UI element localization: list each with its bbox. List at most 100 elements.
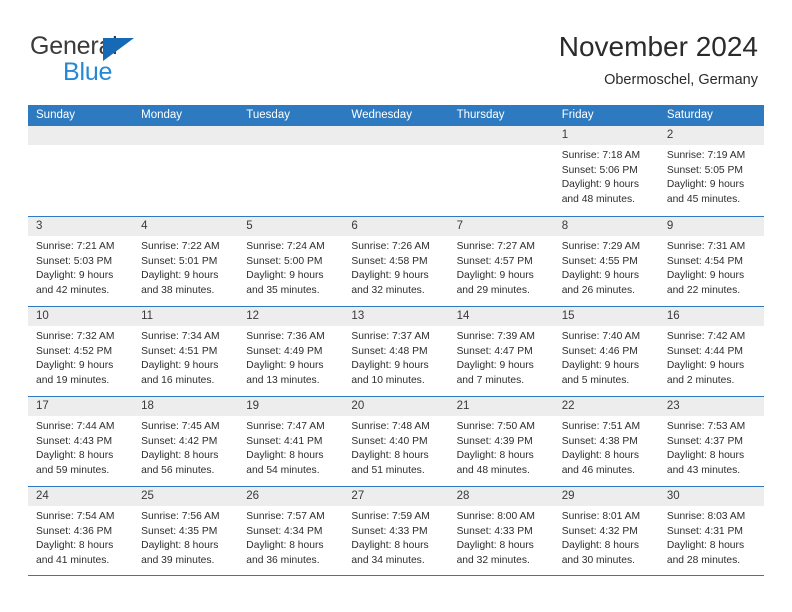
day-cell[interactable]: 14 Sunrise: 7:39 AM Sunset: 4:47 PM Dayligh… <box>448 307 554 396</box>
day-detail-line: Sunrise: 7:24 AM <box>246 241 325 252</box>
day-detail-line: and 35 minutes. <box>246 284 320 296</box>
day-number <box>133 126 239 145</box>
day-detail-line: and 39 minutes. <box>141 554 215 566</box>
day-cell[interactable]: 18 Sunrise: 7:45 AM Sunset: 4:42 PM Dayligh… <box>133 397 239 486</box>
day-cell[interactable]: 12 Sunrise: 7:36 AM Sunset: 4:49 PM Dayligh… <box>238 307 344 396</box>
calendar-grid: Sunday Monday Tuesday Wednesday Thursday Frid… <box>28 105 764 576</box>
day-cell[interactable]: 1 Sunrise: 7:18 AM Sunset: 5:06 PM Daylight… <box>553 126 659 216</box>
calendar-week-row: 17 Sunrise: 7:44 AM Sunset: 4:43 PM Dayligh… <box>28 396 764 486</box>
day-details: Sunrise: 7:56 AM Sunset: 4:35 PM Daylight:… <box>133 506 238 568</box>
day-cell[interactable]: 20 Sunrise: 7:48 AM Sunset: 4:40 PM Dayligh… <box>343 397 449 486</box>
day-details: Sunrise: 7:44 AM Sunset: 4:43 PM Daylight:… <box>28 416 133 478</box>
day-detail-line: Daylight: 8 hours <box>36 450 114 462</box>
day-number: 5 <box>238 217 344 236</box>
day-detail-line: and 10 minutes. <box>351 374 425 386</box>
day-detail-line: Sunrise: 7:44 AM <box>36 421 115 432</box>
day-number: 9 <box>658 217 764 236</box>
day-cell[interactable]: 23 Sunrise: 7:53 AM Sunset: 4:37 PM Dayligh… <box>658 397 764 486</box>
day-details: Sunrise: 7:21 AM Sunset: 5:03 PM Daylight:… <box>28 236 133 298</box>
day-cell[interactable]: 2 Sunrise: 7:19 AM Sunset: 5:05 PM Daylight… <box>658 126 764 216</box>
day-details: Sunrise: 7:48 AM Sunset: 4:40 PM Daylight:… <box>343 416 448 478</box>
day-cell[interactable]: 4 Sunrise: 7:22 AM Sunset: 5:01 PM Daylight… <box>133 217 239 306</box>
day-cell[interactable]: 5 Sunrise: 7:24 AM Sunset: 5:00 PM Daylight… <box>238 217 344 306</box>
day-details: Sunrise: 7:51 AM Sunset: 4:38 PM Daylight:… <box>554 416 659 478</box>
day-number <box>28 126 134 145</box>
day-detail-line: Sunset: 5:00 PM <box>246 255 323 267</box>
day-detail-line: Sunset: 4:54 PM <box>666 255 743 267</box>
day-cell[interactable]: 27 Sunrise: 7:59 AM Sunset: 4:33 PM Dayligh… <box>343 487 449 575</box>
day-cell[interactable]: 19 Sunrise: 7:47 AM Sunset: 4:41 PM Dayligh… <box>238 397 344 486</box>
day-details <box>343 145 448 149</box>
day-detail-line: Daylight: 9 hours <box>456 270 534 282</box>
day-cell[interactable]: 29 Sunrise: 8:01 AM Sunset: 4:32 PM Dayligh… <box>553 487 659 575</box>
day-detail-line: Daylight: 8 hours <box>351 540 429 552</box>
calendar-page: General Blue November 2024 Obermoschel, … <box>0 0 792 612</box>
day-detail-line: and 41 minutes. <box>36 554 110 566</box>
day-detail-line: Sunrise: 7:18 AM <box>561 150 641 161</box>
day-details: Sunrise: 7:31 AM Sunset: 4:54 PM Daylight:… <box>659 236 764 298</box>
day-cell[interactable]: 11 Sunrise: 7:34 AM Sunset: 4:51 PM Dayligh… <box>133 307 239 396</box>
day-cell[interactable]: 28 Sunrise: 8:00 AM Sunset: 4:33 PM Dayligh… <box>448 487 554 575</box>
day-cell[interactable]: 10 Sunrise: 7:32 AM Sunset: 4:52 PM Dayligh… <box>28 307 134 396</box>
day-cell[interactable]: 8 Sunrise: 7:29 AM Sunset: 4:55 PM Daylight… <box>553 217 659 306</box>
day-details: Sunrise: 7:39 AM Sunset: 4:47 PM Daylight:… <box>449 326 554 388</box>
day-detail-line: Daylight: 8 hours <box>36 540 114 552</box>
day-details: Sunrise: 7:19 AM Sunset: 5:05 PM Daylight:… <box>659 145 764 207</box>
weekday-header-saturday: Saturday <box>666 109 713 121</box>
page-title: November 2024 <box>558 31 758 62</box>
day-detail-line: and 34 minutes. <box>351 554 425 566</box>
day-detail-line: Sunset: 4:55 PM <box>561 255 638 267</box>
day-number: 12 <box>238 307 344 326</box>
day-detail-line: and 59 minutes. <box>36 464 110 476</box>
day-cell[interactable]: 7 Sunrise: 7:27 AM Sunset: 4:57 PM Daylight… <box>448 217 554 306</box>
day-detail-line: and 13 minutes. <box>246 374 320 386</box>
calendar-week-row: 24 Sunrise: 7:54 AM Sunset: 4:36 PM Dayligh… <box>28 486 764 576</box>
day-cell[interactable]: 22 Sunrise: 7:51 AM Sunset: 4:38 PM Dayligh… <box>553 397 659 486</box>
day-detail-line: and 42 minutes. <box>36 284 110 296</box>
calendar-week-row: 3 Sunrise: 7:21 AM Sunset: 5:03 PM Daylight… <box>28 216 764 306</box>
day-cell-empty <box>238 126 344 216</box>
day-detail-line: Sunrise: 7:29 AM <box>561 241 641 252</box>
day-cell[interactable]: 16 Sunrise: 7:42 AM Sunset: 4:44 PM Dayligh… <box>658 307 764 396</box>
day-number: 23 <box>658 397 764 416</box>
brand-logo[interactable]: General Blue <box>30 32 220 88</box>
day-cell[interactable]: 3 Sunrise: 7:21 AM Sunset: 5:03 PM Daylight… <box>28 217 134 306</box>
day-cell[interactable]: 9 Sunrise: 7:31 AM Sunset: 4:54 PM Daylight… <box>658 217 764 306</box>
day-details <box>449 145 554 149</box>
day-cell[interactable]: 15 Sunrise: 7:40 AM Sunset: 4:46 PM Dayligh… <box>553 307 659 396</box>
day-detail-line: Daylight: 9 hours <box>36 270 114 282</box>
day-cell[interactable]: 26 Sunrise: 7:57 AM Sunset: 4:34 PM Dayligh… <box>238 487 344 575</box>
day-details: Sunrise: 7:40 AM Sunset: 4:46 PM Daylight:… <box>554 326 659 388</box>
day-number: 6 <box>343 217 449 236</box>
day-details: Sunrise: 7:22 AM Sunset: 5:01 PM Daylight:… <box>133 236 238 298</box>
day-detail-line: Sunset: 4:46 PM <box>561 345 638 357</box>
title-block: November 2024 Obermoschel, Germany <box>559 30 758 89</box>
day-cell[interactable]: 30 Sunrise: 8:03 AM Sunset: 4:31 PM Dayligh… <box>658 487 764 575</box>
day-detail-line: Sunset: 4:58 PM <box>351 255 428 267</box>
day-detail-line: Sunrise: 7:40 AM <box>561 331 641 342</box>
day-cell[interactable]: 13 Sunrise: 7:37 AM Sunset: 4:48 PM Dayligh… <box>343 307 449 396</box>
day-detail-line: Sunset: 4:49 PM <box>246 345 323 357</box>
day-number: 29 <box>553 487 659 506</box>
day-detail-line: Sunset: 4:52 PM <box>36 345 113 357</box>
day-cell[interactable]: 24 Sunrise: 7:54 AM Sunset: 4:36 PM Dayligh… <box>28 487 134 575</box>
day-detail-line: Sunset: 4:34 PM <box>246 525 323 537</box>
day-detail-line: and 7 minutes. <box>456 374 525 386</box>
day-cell[interactable]: 25 Sunrise: 7:56 AM Sunset: 4:35 PM Dayligh… <box>133 487 239 575</box>
day-detail-line: and 16 minutes. <box>141 374 215 386</box>
day-cell[interactable]: 6 Sunrise: 7:26 AM Sunset: 4:58 PM Daylight… <box>343 217 449 306</box>
day-detail-line: Sunrise: 7:47 AM <box>246 421 325 432</box>
day-detail-line: and 54 minutes. <box>246 464 320 476</box>
day-cell[interactable]: 21 Sunrise: 7:50 AM Sunset: 4:39 PM Dayligh… <box>448 397 554 486</box>
day-cell[interactable]: 17 Sunrise: 7:44 AM Sunset: 4:43 PM Dayligh… <box>28 397 134 486</box>
day-cell-empty <box>133 126 239 216</box>
day-number: 19 <box>238 397 344 416</box>
day-detail-line: and 22 minutes. <box>666 284 741 296</box>
day-detail-line: Sunset: 4:31 PM <box>666 525 743 537</box>
day-detail-line: Sunrise: 7:48 AM <box>351 421 430 432</box>
day-details: Sunrise: 7:29 AM Sunset: 4:55 PM Daylight:… <box>554 236 659 298</box>
day-details: Sunrise: 7:27 AM Sunset: 4:57 PM Daylight:… <box>449 236 554 298</box>
day-detail-line: Sunset: 4:43 PM <box>36 435 113 447</box>
day-detail-line: and 43 minutes. <box>666 464 741 476</box>
day-detail-line: Sunset: 4:36 PM <box>36 525 113 537</box>
